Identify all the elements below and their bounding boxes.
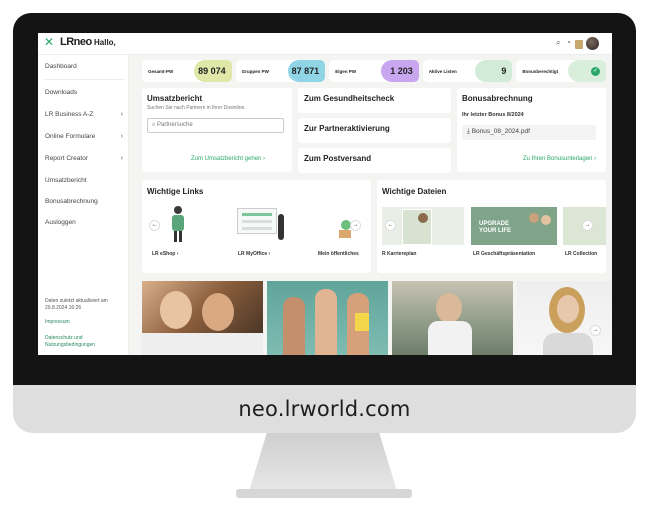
impressum-link[interactable]: Impressum [45, 319, 125, 326]
shopping-bag-icon[interactable] [575, 40, 583, 49]
monitor-mockup: neo.lrworld.com ✕ LRneo Hallo, ⌕ ◔ Dashb… [0, 0, 648, 510]
monitor-stand-foot [236, 489, 412, 498]
file-collection[interactable]: LR Collection [565, 251, 597, 257]
chevron-right-icon: › [120, 133, 123, 140]
kpi-aktive-listen: Aktive Listen 9 [422, 60, 513, 82]
files-card: Wichtige Dateien UPGRADE YOUR LIFE ← → R… [377, 180, 606, 273]
sidebar-item-bonus[interactable]: Bonusabrechnung [45, 198, 125, 205]
promo-image-hiker[interactable] [392, 281, 513, 355]
promo-image-group[interactable] [267, 281, 388, 355]
links-title: Wichtige Links [147, 187, 204, 196]
person-illustration [278, 214, 284, 240]
website-url: neo.lrworld.com [238, 397, 411, 421]
notification-icon[interactable]: ◔ [566, 38, 571, 47]
link-eshop[interactable]: LR eShop › [152, 251, 178, 257]
promo-image-couple[interactable] [142, 281, 263, 355]
kpi-bonusberechtigt: Bonusberechtigt ✓ [516, 60, 606, 82]
sidebar-item-logout[interactable]: Ausloggen [45, 219, 125, 226]
sidebar-item-formulare[interactable]: Online Formulare › [45, 133, 125, 140]
gesundheitscheck-button[interactable]: Zum Gesundheitscheck [298, 88, 451, 113]
monitor-stand-neck [249, 433, 397, 491]
umsatz-subtitle: Suchen Sie nach Partnern in Ihrer Downli… [147, 105, 246, 111]
search-icon[interactable]: ⌕ [556, 38, 560, 48]
chevron-right-icon: › [120, 111, 123, 118]
files-next-button[interactable]: → [582, 220, 593, 231]
greeting: Hallo, [94, 38, 116, 47]
postversand-button[interactable]: Zum Postversand [298, 148, 451, 173]
top-bar: ✕ LRneo Hallo, ⌕ ◔ [38, 33, 612, 55]
sidebar-item-downloads[interactable]: Downloads [45, 89, 125, 96]
kpi-gruppen-pw: Gruppen PW 87 871 [235, 60, 326, 82]
close-menu-icon[interactable]: ✕ [44, 35, 54, 49]
sidebar-item-dashboard[interactable]: Dashboard [45, 63, 125, 70]
partner-search-input[interactable]: ⌕ Partnersuche [147, 118, 284, 133]
sidebar: Dashboard Downloads LR Business A-Z › Onl… [38, 55, 129, 355]
umsatz-link[interactable]: Zum Umsatzbericht gehen › [191, 156, 265, 162]
logo: LRneo [60, 36, 92, 48]
file-praesentation[interactable]: LR Geschäftspräsentation [473, 251, 535, 257]
data-updated-text: Daten zuletzt aktualisiert am 29.8.2024 … [45, 298, 108, 311]
monitor-chin: neo.lrworld.com [13, 385, 636, 433]
photos-next-button[interactable]: → [590, 325, 601, 336]
bonus-card: Bonusabrechnung Ihr letzter Bonus 8/2024… [457, 88, 606, 172]
myoffice-illustration [237, 208, 277, 234]
links-next-button[interactable]: → [350, 220, 361, 231]
file-thumb-praesentation[interactable]: UPGRADE YOUR LIFE [471, 207, 557, 245]
umsatz-title: Umsatzbericht [147, 94, 203, 103]
eshop-illustration [164, 206, 192, 242]
files-title: Wichtige Dateien [382, 187, 447, 196]
sidebar-item-umsatz[interactable]: Umsatzbericht [45, 177, 125, 184]
files-prev-button[interactable]: ← [385, 220, 396, 231]
kpi-strip: Gesamt-PW 89 074 Gruppen PW 87 871 Eigen P… [142, 60, 606, 82]
privacy-link[interactable]: Datenschutz und Nutzungsbedingungen [45, 335, 125, 349]
links-prev-button[interactable]: ← [149, 220, 160, 231]
avatar[interactable] [586, 37, 599, 50]
bonus-title: Bonusabrechnung [462, 94, 533, 103]
bonus-last: Ihr letzter Bonus 8/2024 [462, 112, 524, 118]
link-myoffice[interactable]: LR MyOffice › [238, 251, 270, 257]
sidebar-item-business[interactable]: LR Business A-Z › [45, 111, 125, 118]
chevron-right-icon: › [120, 155, 123, 162]
bonus-file-download[interactable]: ⤓ Bonus_08_2024.pdf [462, 125, 596, 140]
bonus-link[interactable]: Zu Ihren Bonusunterlagen › [523, 156, 596, 162]
promo-image-woman[interactable] [517, 281, 612, 355]
download-icon: ⤓ [467, 128, 470, 135]
links-card: Wichtige Links ← → LR eShop › LR MyOffic… [142, 180, 371, 273]
search-icon: ⌕ [152, 122, 156, 128]
app-screen: ✕ LRneo Hallo, ⌕ ◔ Dashboard Downloads L… [38, 33, 612, 355]
check-icon: ✓ [590, 66, 600, 76]
kpi-gesamt-pw: Gesamt-PW 89 074 [142, 60, 232, 82]
partneraktivierung-button[interactable]: Zur Partneraktivierung [298, 118, 451, 143]
sidebar-item-report[interactable]: Report Creator › [45, 155, 125, 162]
kpi-eigen-pw: Eigen PW 1 203 [329, 60, 419, 82]
link-oeffentlich[interactable]: Mein öffentliches [318, 251, 359, 257]
umsatz-card: Umsatzbericht Suchen Sie nach Partnern i… [142, 88, 292, 172]
file-karriereplan[interactable]: R Karriereplan [382, 251, 416, 257]
